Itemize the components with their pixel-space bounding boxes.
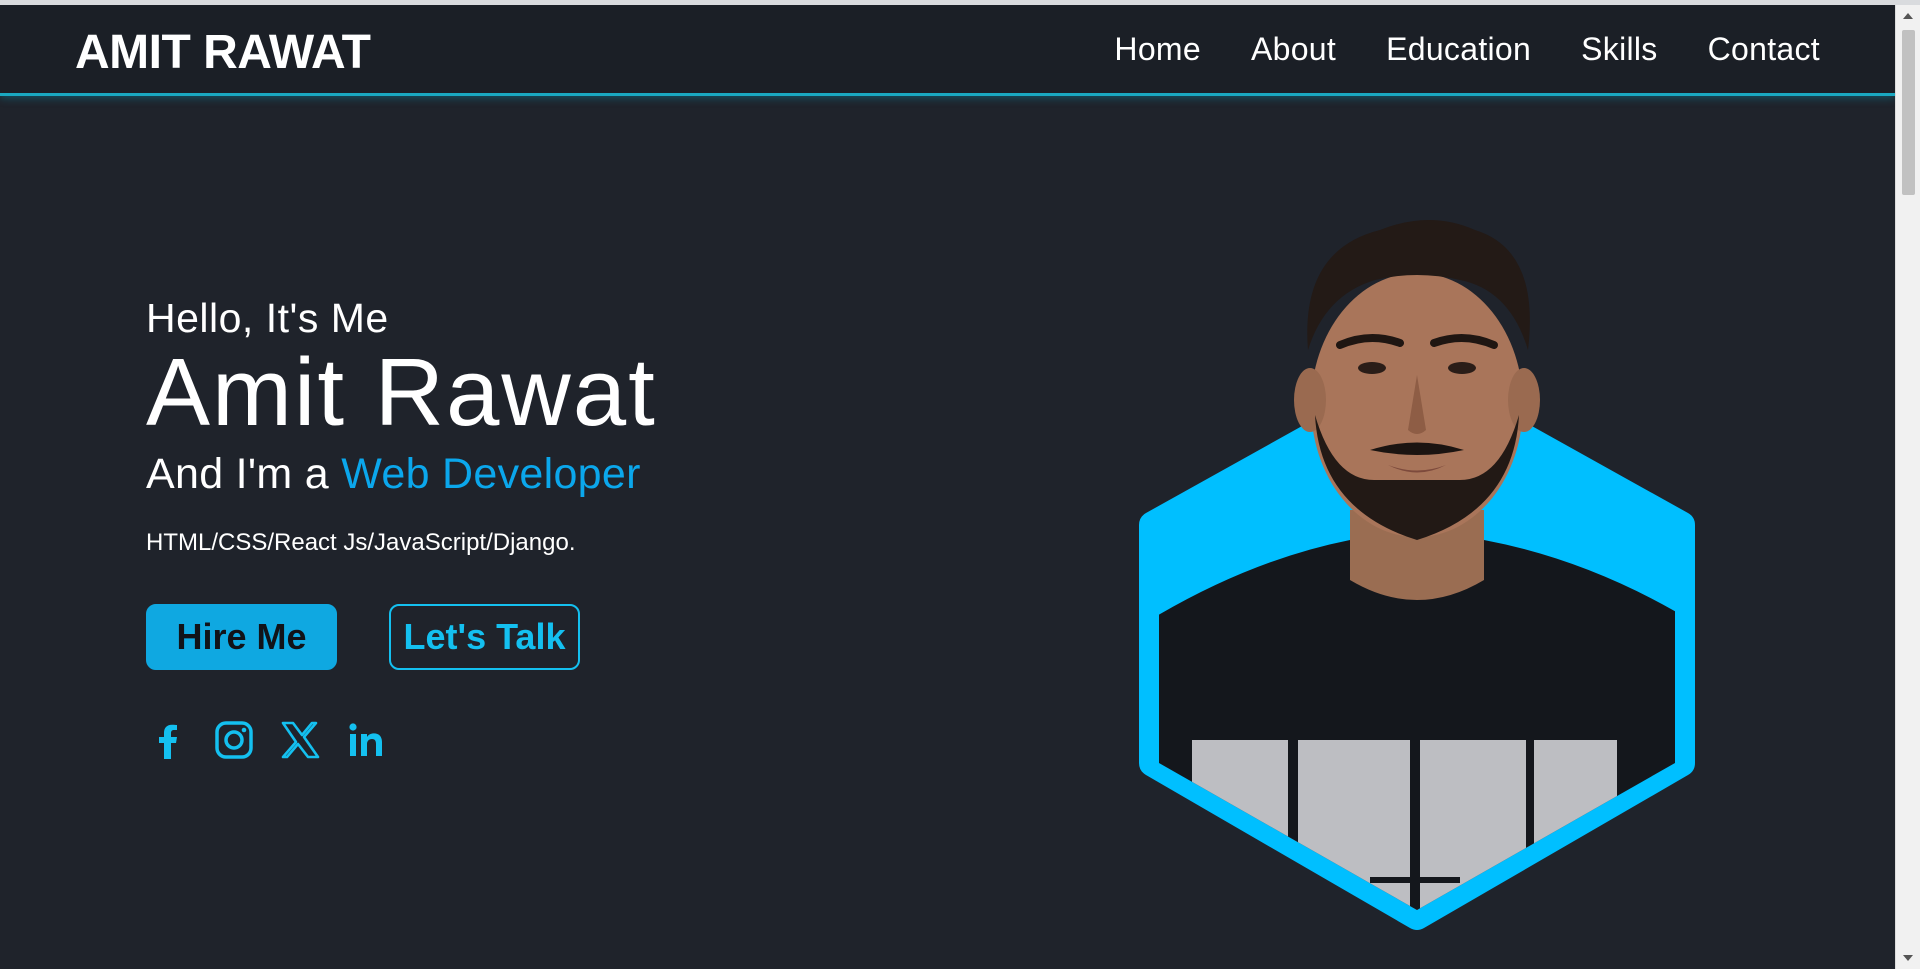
- linkedin-icon[interactable]: [344, 718, 388, 762]
- site-logo[interactable]: AMIT RAWAT: [75, 25, 371, 80]
- hero-role: And I'm a Web Developer: [146, 450, 657, 499]
- page-viewport: AMIT RAWAT Home About Education Skills C…: [0, 5, 1895, 969]
- site-header: AMIT RAWAT Home About Education Skills C…: [0, 5, 1895, 96]
- social-links: [146, 718, 657, 762]
- lets-talk-button[interactable]: Let's Talk: [389, 603, 580, 670]
- hero-buttons: Hire Me Let's Talk: [146, 603, 657, 670]
- nav-education[interactable]: Education: [1386, 31, 1531, 68]
- nav-home[interactable]: Home: [1114, 31, 1201, 68]
- nav-about[interactable]: About: [1251, 31, 1336, 68]
- hero-greeting: Hello, It's Me: [146, 295, 389, 341]
- role-highlight: Web Developer: [341, 449, 641, 498]
- hero-name: Amit Rawat: [146, 339, 657, 446]
- instagram-icon[interactable]: [212, 718, 256, 762]
- hero-section: Hello, It's Me Amit Rawat And I'm a Web …: [146, 295, 657, 762]
- vertical-scrollbar[interactable]: [1895, 5, 1920, 969]
- role-prefix: And I'm a: [146, 449, 329, 498]
- nav-skills[interactable]: Skills: [1581, 31, 1657, 68]
- profile-portrait: [1130, 180, 1705, 960]
- hire-me-button[interactable]: Hire Me: [146, 603, 337, 670]
- tech-stack: HTML/CSS/React Js/JavaScript/Django.: [146, 528, 576, 556]
- facebook-icon[interactable]: [146, 718, 190, 762]
- scroll-up-arrow-icon[interactable]: [1903, 13, 1913, 19]
- main-nav: Home About Education Skills Contact: [1114, 31, 1820, 68]
- scroll-down-arrow-icon[interactable]: [1903, 955, 1913, 961]
- scroll-thumb[interactable]: [1902, 30, 1915, 195]
- x-twitter-icon[interactable]: [278, 718, 322, 762]
- nav-contact[interactable]: Contact: [1708, 31, 1820, 68]
